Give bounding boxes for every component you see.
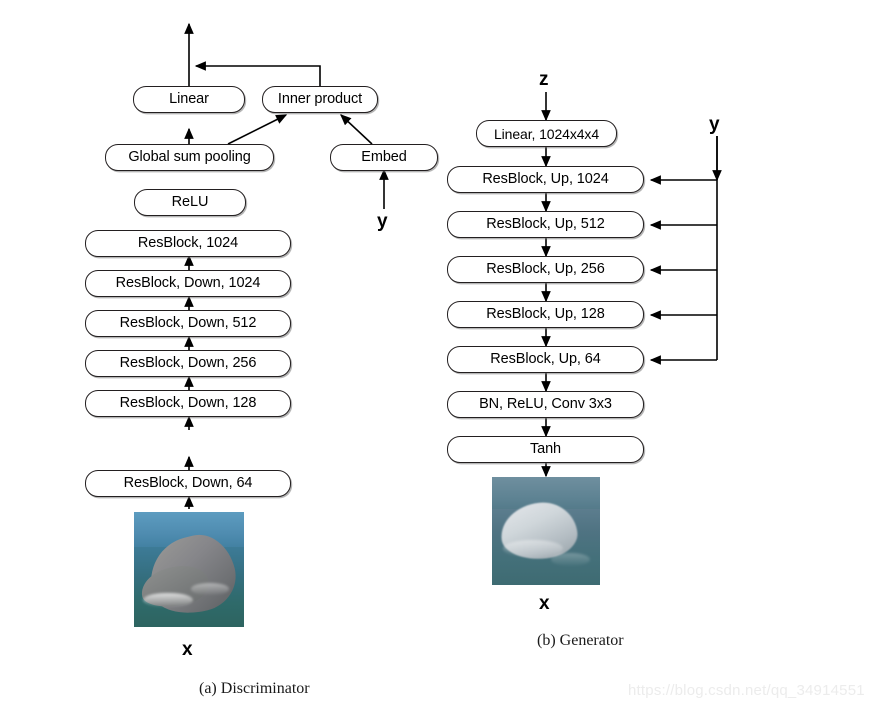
node-relu[interactable]: ReLU xyxy=(134,189,246,216)
node-resblock-up-1024[interactable]: ResBlock, Up, 1024 xyxy=(447,166,644,193)
generator-label-y: y xyxy=(709,114,720,135)
generator-label-x: x xyxy=(539,593,550,614)
node-resblock-down-256[interactable]: ResBlock, Down, 256 xyxy=(85,350,291,377)
node-resblock-1024[interactable]: ResBlock, 1024 xyxy=(85,230,291,257)
node-linear[interactable]: Linear xyxy=(133,86,245,113)
node-bn-relu-conv[interactable]: BN, ReLU, Conv 3x3 xyxy=(447,391,644,418)
node-resblock-down-512[interactable]: ResBlock, Down, 512 xyxy=(85,310,291,337)
input-image-real xyxy=(134,512,244,627)
discriminator-label-x: x xyxy=(182,639,193,660)
node-resblock-down-128[interactable]: ResBlock, Down, 128 xyxy=(85,390,291,417)
node-resblock-down-1024[interactable]: ResBlock, Down, 1024 xyxy=(85,270,291,297)
output-image-generated xyxy=(492,477,600,585)
node-resblock-up-64[interactable]: ResBlock, Up, 64 xyxy=(447,346,644,373)
caption-discriminator: (a) Discriminator xyxy=(199,680,310,697)
node-linear-1024x4x4[interactable]: Linear, 1024x4x4 xyxy=(476,120,617,147)
node-global-sum-pooling[interactable]: Global sum pooling xyxy=(105,144,274,171)
node-resblock-up-512[interactable]: ResBlock, Up, 512 xyxy=(447,211,644,238)
photo-foam xyxy=(551,552,591,566)
node-resblock-down-64[interactable]: ResBlock, Down, 64 xyxy=(85,470,291,497)
photo-foam xyxy=(502,539,564,557)
generator-label-z: z xyxy=(539,69,549,90)
architecture-figure: Linear Inner product Global sum pooling … xyxy=(0,0,877,710)
node-resblock-up-128[interactable]: ResBlock, Up, 128 xyxy=(447,301,644,328)
photo-foam xyxy=(191,583,229,595)
discriminator-label-y: y xyxy=(377,211,388,232)
node-tanh[interactable]: Tanh xyxy=(447,436,644,463)
node-embed[interactable]: Embed xyxy=(330,144,438,171)
watermark-url: https://blog.csdn.net/qq_34914551 xyxy=(628,682,865,699)
node-inner-product[interactable]: Inner product xyxy=(262,86,378,113)
node-resblock-up-256[interactable]: ResBlock, Up, 256 xyxy=(447,256,644,283)
caption-generator: (b) Generator xyxy=(537,632,624,649)
